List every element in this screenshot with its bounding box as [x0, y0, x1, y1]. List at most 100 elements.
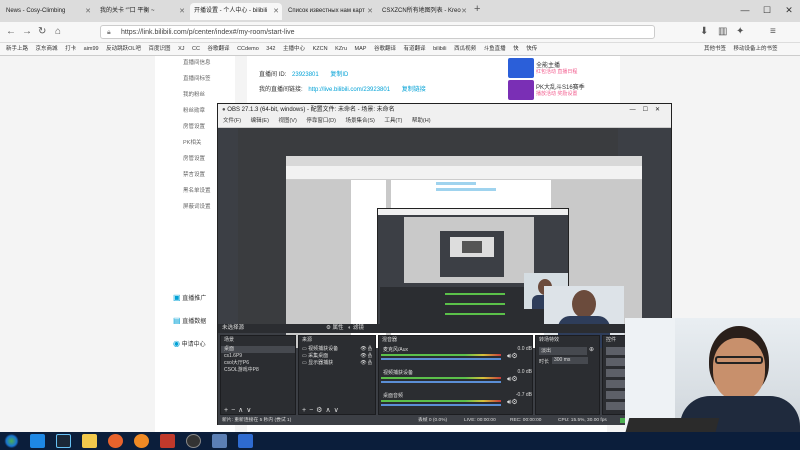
bookmark[interactable]: 谷歌翻译: [374, 43, 396, 55]
promo-link[interactable]: 播放活动: [536, 91, 556, 97]
copy-link-button[interactable]: 复制链接: [402, 87, 426, 93]
menu-edit[interactable]: 编辑(E): [251, 118, 269, 124]
bookmark[interactable]: 斗鱼直播: [484, 43, 506, 55]
bookmark[interactable]: CC: [192, 43, 200, 55]
explorer-icon[interactable]: [82, 434, 97, 448]
bookmark[interactable]: MAP: [355, 43, 367, 55]
bookmark[interactable]: 342: [266, 43, 275, 55]
sidebar-promo[interactable]: ▣ 直播推广: [173, 293, 206, 302]
bookmark-mobile[interactable]: 移动设备上的书签: [734, 43, 778, 55]
bookmark-other[interactable]: 其他书签: [704, 43, 726, 55]
maximize-icon[interactable]: ☐: [756, 0, 778, 20]
bookmark[interactable]: 百度识图: [149, 43, 171, 55]
promo-link[interactable]: 奖励设置: [557, 91, 577, 97]
close-icon[interactable]: ✕: [273, 3, 279, 20]
bookmark[interactable]: 快传: [526, 43, 537, 55]
menu-file[interactable]: 文件(F): [223, 118, 241, 124]
duration-input[interactable]: 300 ms: [552, 357, 588, 364]
speaker-gear-icon[interactable]: 🔊︎⚙: [507, 375, 518, 384]
extensions-icon[interactable]: ✦: [736, 25, 744, 39]
tab-maps[interactable]: Список известных нам карт ✕: [284, 3, 376, 20]
bookmark[interactable]: CCdemo: [237, 43, 259, 55]
firefox-icon[interactable]: [108, 434, 123, 448]
media-icon[interactable]: [212, 434, 227, 448]
speaker-gear-icon[interactable]: 🔊︎⚙: [507, 398, 518, 407]
scene-controls[interactable]: +−∧∨: [224, 406, 254, 414]
properties-button[interactable]: ⚙ 属性: [326, 324, 343, 333]
tab-csxzcn[interactable]: CSXZCN所有地图列表 - Kreo ✕: [378, 3, 470, 20]
sidebar-item[interactable]: 我的粉丝: [183, 90, 205, 98]
promo-link[interactable]: 直播日程: [557, 69, 577, 75]
back-icon[interactable]: ←: [6, 25, 16, 39]
source-item[interactable]: ▭ 显示器捕获 👁︎🔒︎: [299, 360, 375, 367]
obs-window-controls[interactable]: —☐✕: [630, 104, 667, 116]
bookmark[interactable]: XJ: [178, 43, 184, 55]
tab-bilibili[interactable]: 开播设置 - 个人中心 - bilibili ✕: [190, 3, 282, 20]
menu-help[interactable]: 帮助(H): [412, 118, 431, 124]
menu-icon[interactable]: ≡: [770, 25, 776, 39]
eye-lock-icon[interactable]: 👁︎🔒︎: [360, 360, 373, 367]
eye-lock-icon[interactable]: 👁︎🔒︎: [360, 346, 373, 353]
speaker-gear-icon[interactable]: 🔊︎⚙: [507, 352, 518, 361]
bookmark[interactable]: 京东商城: [36, 43, 58, 55]
close-icon[interactable]: ✕: [85, 3, 91, 20]
close-icon[interactable]: ✕: [179, 3, 185, 20]
close-icon[interactable]: ✕: [367, 3, 373, 20]
close-window-icon[interactable]: ✕: [778, 0, 800, 20]
volume-slider[interactable]: [381, 404, 501, 406]
bookmark[interactable]: KZCN: [313, 43, 328, 55]
bookmark[interactable]: 快: [513, 43, 519, 55]
obs-icon[interactable]: [186, 434, 201, 448]
sidebar-item[interactable]: PK相关: [183, 138, 201, 146]
ie-icon[interactable]: [30, 434, 45, 448]
sidebar-item[interactable]: 直播间标签: [183, 74, 211, 82]
source-item[interactable]: ▭ 采集桌面 👁︎🔒︎: [299, 353, 375, 360]
volume-slider[interactable]: [381, 358, 501, 360]
sidebar-item[interactable]: 屏蔽词设置: [183, 202, 211, 210]
scene-item[interactable]: 桌面: [221, 346, 295, 353]
bookmark[interactable]: 西瓜视频: [454, 43, 476, 55]
home-icon[interactable]: ⌂: [55, 25, 61, 39]
sidebar-apply[interactable]: ◉ 申请中心: [173, 339, 206, 348]
scene-item[interactable]: CSOL游戏中P8: [221, 367, 295, 374]
new-tab-icon[interactable]: +: [474, 3, 480, 15]
obs-preview[interactable]: [238, 128, 642, 348]
transition-select[interactable]: 淡出: [539, 347, 587, 355]
sidebar-item[interactable]: 粉丝勋章: [183, 106, 205, 114]
bookmark[interactable]: 打卡: [65, 43, 76, 55]
menu-tools[interactable]: 工具(T): [384, 118, 402, 124]
bookmark[interactable]: aim99: [84, 43, 99, 55]
minimize-icon[interactable]: —: [734, 0, 756, 20]
promo-image-2[interactable]: [508, 80, 534, 100]
kz-icon[interactable]: [238, 434, 253, 448]
filters-button[interactable]: ◐ 滤镜: [348, 324, 364, 333]
menu-docks[interactable]: 停靠窗口(D): [306, 118, 336, 124]
promo-link[interactable]: 红包活动: [536, 69, 556, 75]
forward-icon[interactable]: →: [22, 25, 32, 39]
url-bar[interactable]: 🔒︎ https://link.bilibili.com/p/center/in…: [100, 25, 655, 39]
copy-id-link[interactable]: 复制ID: [330, 72, 348, 78]
source-item[interactable]: ▭ 视频捕获设备 👁︎🔒︎: [299, 346, 375, 353]
scene-item[interactable]: cs1.6P9: [221, 353, 295, 360]
tab-level[interactable]: 我的关卡 “”口 平衡 ~ ✕: [96, 3, 188, 20]
add-transition-icon[interactable]: ⊕: [589, 346, 594, 353]
sidebar-item[interactable]: 黑名单设置: [183, 186, 211, 194]
sidebar-item[interactable]: 房管设置: [183, 122, 205, 130]
eye-lock-icon[interactable]: 👁︎🔒︎: [360, 353, 373, 360]
tab-news[interactable]: News - Cosy-Climbing ✕: [2, 3, 94, 20]
cs-icon[interactable]: [160, 434, 175, 448]
bookmark[interactable]: 新手上路: [6, 43, 28, 55]
start-button[interactable]: [4, 434, 19, 448]
volume-slider[interactable]: [381, 381, 501, 383]
library-icon[interactable]: ▥: [718, 25, 727, 39]
steam-icon[interactable]: [56, 434, 71, 448]
room-link-value[interactable]: http://live.bilibili.com/23923801: [308, 87, 390, 93]
close-icon[interactable]: ✕: [461, 3, 467, 20]
sidebar-item[interactable]: 房管设置: [183, 154, 205, 162]
source-controls[interactable]: +−⚙∧∨: [302, 406, 342, 414]
sidebar-item[interactable]: 直播间信息: [183, 58, 211, 66]
reload-icon[interactable]: ↻: [38, 25, 46, 39]
sidebar-data[interactable]: ▤ 直播数据: [173, 316, 206, 325]
bookmark[interactable]: KZru: [335, 43, 347, 55]
menu-scene-collection[interactable]: 场景集合(S): [345, 118, 374, 124]
